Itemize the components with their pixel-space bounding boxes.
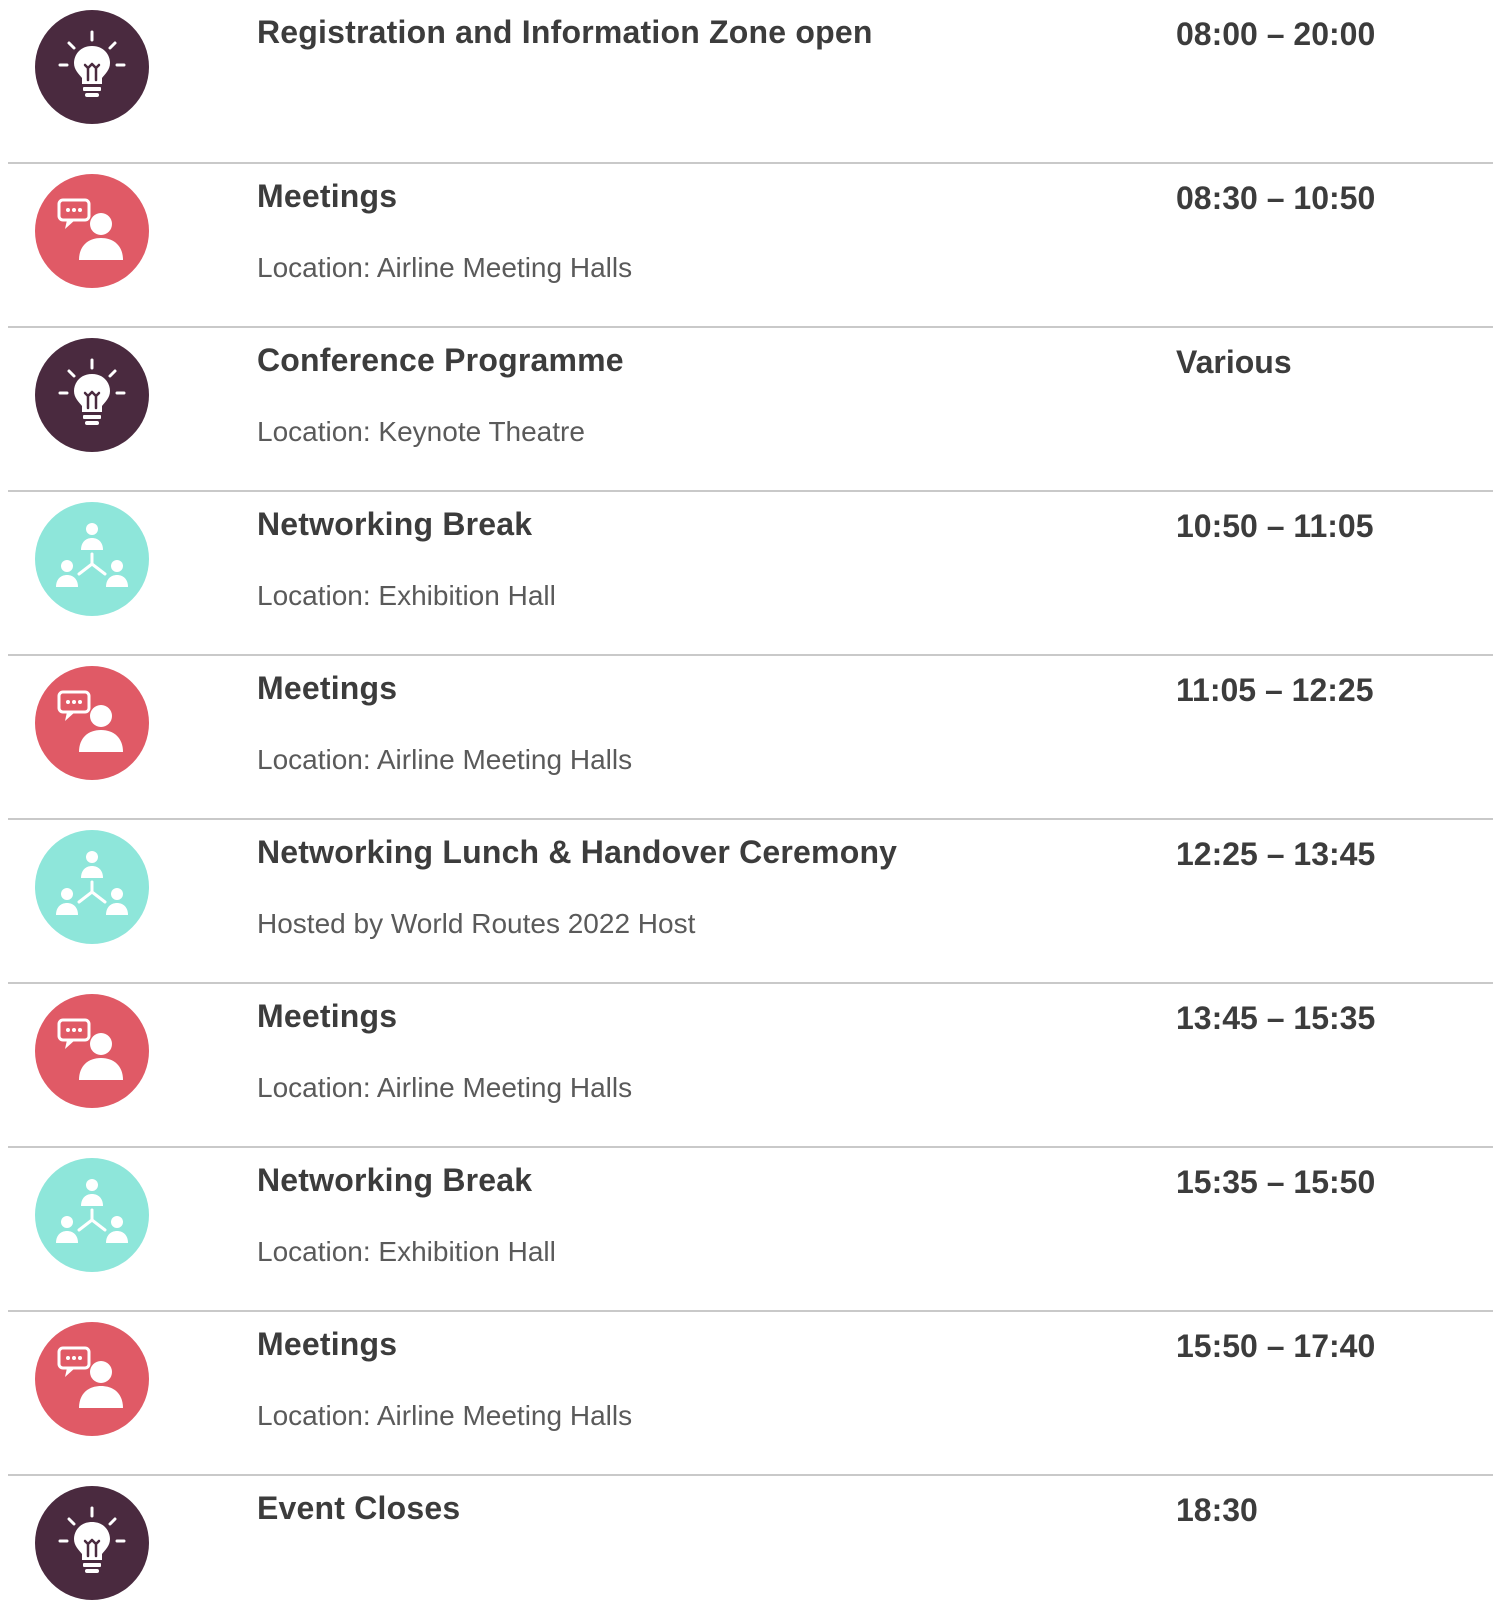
event-time: 18:30 bbox=[1176, 1492, 1258, 1528]
event-title: Meetings bbox=[257, 998, 398, 1034]
event-time: 08:00 – 20:00 bbox=[1176, 16, 1376, 52]
event-host: Hosted by World Routes 2022 Host bbox=[257, 908, 696, 939]
event-time: 08:30 – 10:50 bbox=[1176, 180, 1376, 216]
event-title: Event Closes bbox=[257, 1490, 461, 1526]
networking-group-icon bbox=[35, 830, 149, 944]
event-location: Location: Airline Meeting Halls bbox=[257, 1072, 633, 1103]
event-schedule: Registration and Information Zone open 0… bbox=[0, 0, 1497, 1600]
schedule-row: Meetings Location: Airline Meeting Halls… bbox=[8, 1312, 1493, 1476]
event-time: 15:35 – 15:50 bbox=[1176, 1164, 1376, 1200]
meeting-person-icon bbox=[35, 1322, 149, 1436]
networking-group-icon bbox=[35, 502, 149, 616]
event-time: Various bbox=[1176, 344, 1292, 380]
schedule-row: Conference Programme Location: Keynote T… bbox=[8, 328, 1493, 492]
lightbulb-icon bbox=[35, 10, 149, 124]
event-location: Location: Exhibition Hall bbox=[257, 1236, 556, 1267]
schedule-row: Networking Break Location: Exhibition Ha… bbox=[8, 492, 1493, 656]
event-title: Registration and Information Zone open bbox=[257, 14, 873, 50]
event-title: Networking Break bbox=[257, 1162, 533, 1198]
schedule-row: Registration and Information Zone open 0… bbox=[8, 0, 1493, 164]
event-time: 11:05 – 12:25 bbox=[1176, 672, 1374, 708]
event-time: 12:25 – 13:45 bbox=[1176, 836, 1376, 872]
event-title: Meetings bbox=[257, 178, 398, 214]
schedule-row: Meetings Location: Airline Meeting Halls… bbox=[8, 164, 1493, 328]
event-title: Conference Programme bbox=[257, 342, 624, 378]
event-time: 13:45 – 15:35 bbox=[1176, 1000, 1376, 1036]
event-title: Meetings bbox=[257, 1326, 398, 1362]
meeting-person-icon bbox=[35, 666, 149, 780]
meeting-person-icon bbox=[35, 174, 149, 288]
meeting-person-icon bbox=[35, 994, 149, 1108]
event-title: Networking Lunch & Handover Ceremony bbox=[257, 834, 898, 870]
lightbulb-icon bbox=[35, 338, 149, 452]
networking-group-icon bbox=[35, 1158, 149, 1272]
event-time: 10:50 – 11:05 bbox=[1176, 508, 1374, 544]
event-title: Meetings bbox=[257, 670, 398, 706]
schedule-row: Networking Lunch & Handover Ceremony Hos… bbox=[8, 820, 1493, 984]
schedule-row: Networking Break Location: Exhibition Ha… bbox=[8, 1148, 1493, 1312]
event-time: 15:50 – 17:40 bbox=[1176, 1328, 1376, 1364]
event-location: Location: Airline Meeting Halls bbox=[257, 1400, 633, 1431]
event-location: Location: Exhibition Hall bbox=[257, 580, 556, 611]
schedule-row: Meetings Location: Airline Meeting Halls… bbox=[8, 656, 1493, 820]
event-location: Location: Keynote Theatre bbox=[257, 416, 585, 447]
event-title: Networking Break bbox=[257, 506, 533, 542]
schedule-row: Meetings Location: Airline Meeting Halls… bbox=[8, 984, 1493, 1148]
schedule-row: Event Closes 18:30 bbox=[8, 1476, 1493, 1600]
event-location: Location: Airline Meeting Halls bbox=[257, 252, 633, 283]
lightbulb-icon bbox=[35, 1486, 149, 1600]
event-location: Location: Airline Meeting Halls bbox=[257, 744, 633, 775]
